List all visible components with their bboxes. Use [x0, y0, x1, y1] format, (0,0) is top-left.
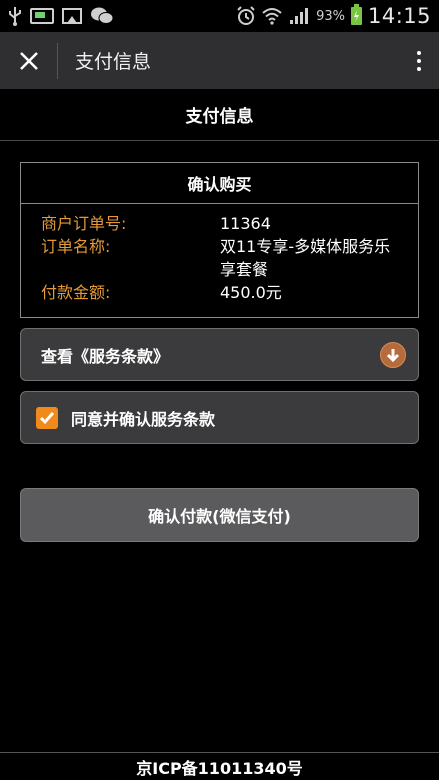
order-label: 订单名称:: [41, 237, 111, 256]
order-summary-box: 确认购买 商户订单号: 11364 订单名称: 双11专享-多媒体服务乐享套餐 …: [20, 162, 419, 318]
order-label: 付款金额:: [41, 283, 111, 302]
status-left-icons: [8, 6, 114, 26]
order-value: 450.0元: [220, 283, 282, 302]
agree-checkbox[interactable]: [36, 406, 58, 429]
order-row-name: 订单名称: 双11专享-多媒体服务乐享套餐: [41, 235, 418, 281]
order-row-amount: 付款金额: 450.0元: [41, 281, 418, 304]
more-menu-button[interactable]: [399, 32, 439, 89]
gallery-icon: [62, 8, 82, 24]
status-bar: 93% 14:15: [0, 0, 439, 32]
confirm-pay-button[interactable]: 确认付款(微信支付): [20, 488, 419, 542]
usb-icon: [8, 6, 22, 26]
alarm-icon: [236, 6, 256, 26]
more-dot-icon: [417, 66, 421, 71]
battery-percent: 93%: [316, 8, 345, 24]
app-bar-title: 支付信息: [75, 51, 152, 73]
view-terms-button[interactable]: 查看《服务条款》: [20, 328, 419, 381]
page-title: 支付信息: [0, 89, 439, 141]
wifi-icon: [262, 7, 282, 25]
more-dot-icon: [417, 50, 421, 55]
battery-icon: [350, 4, 362, 25]
wechat-icon: [90, 6, 114, 26]
order-label: 商户订单号:: [41, 214, 127, 233]
order-value: 双11专享-多媒体服务乐享套餐: [220, 237, 391, 279]
more-dot-icon: [417, 58, 421, 63]
status-clock: 14:15: [367, 4, 431, 28]
order-rows: 商户订单号: 11364 订单名称: 双11专享-多媒体服务乐享套餐 付款金额:…: [21, 204, 418, 304]
agree-terms-checkbox-row[interactable]: 同意并确认服务条款: [20, 391, 419, 444]
app-bar: 支付信息: [0, 32, 439, 89]
agree-label: 同意并确认服务条款: [71, 409, 216, 429]
order-value: 11364: [220, 214, 271, 233]
close-icon: [19, 51, 38, 70]
view-terms-label: 查看《服务条款》: [41, 346, 170, 366]
footer-icp: 京ICP备11011340号: [0, 752, 439, 780]
status-right-icons: 93% 14:15: [236, 4, 431, 28]
order-row-merchant-id: 商户订单号: 11364: [41, 212, 418, 235]
order-box-title: 确认购买: [21, 163, 418, 204]
checkmark-icon: [39, 411, 55, 424]
signal-icon: [288, 7, 310, 25]
sim-icon: [30, 8, 54, 24]
close-button[interactable]: [0, 42, 58, 79]
close-button-wrapper: [0, 42, 58, 79]
arrow-down-icon: [380, 341, 406, 368]
